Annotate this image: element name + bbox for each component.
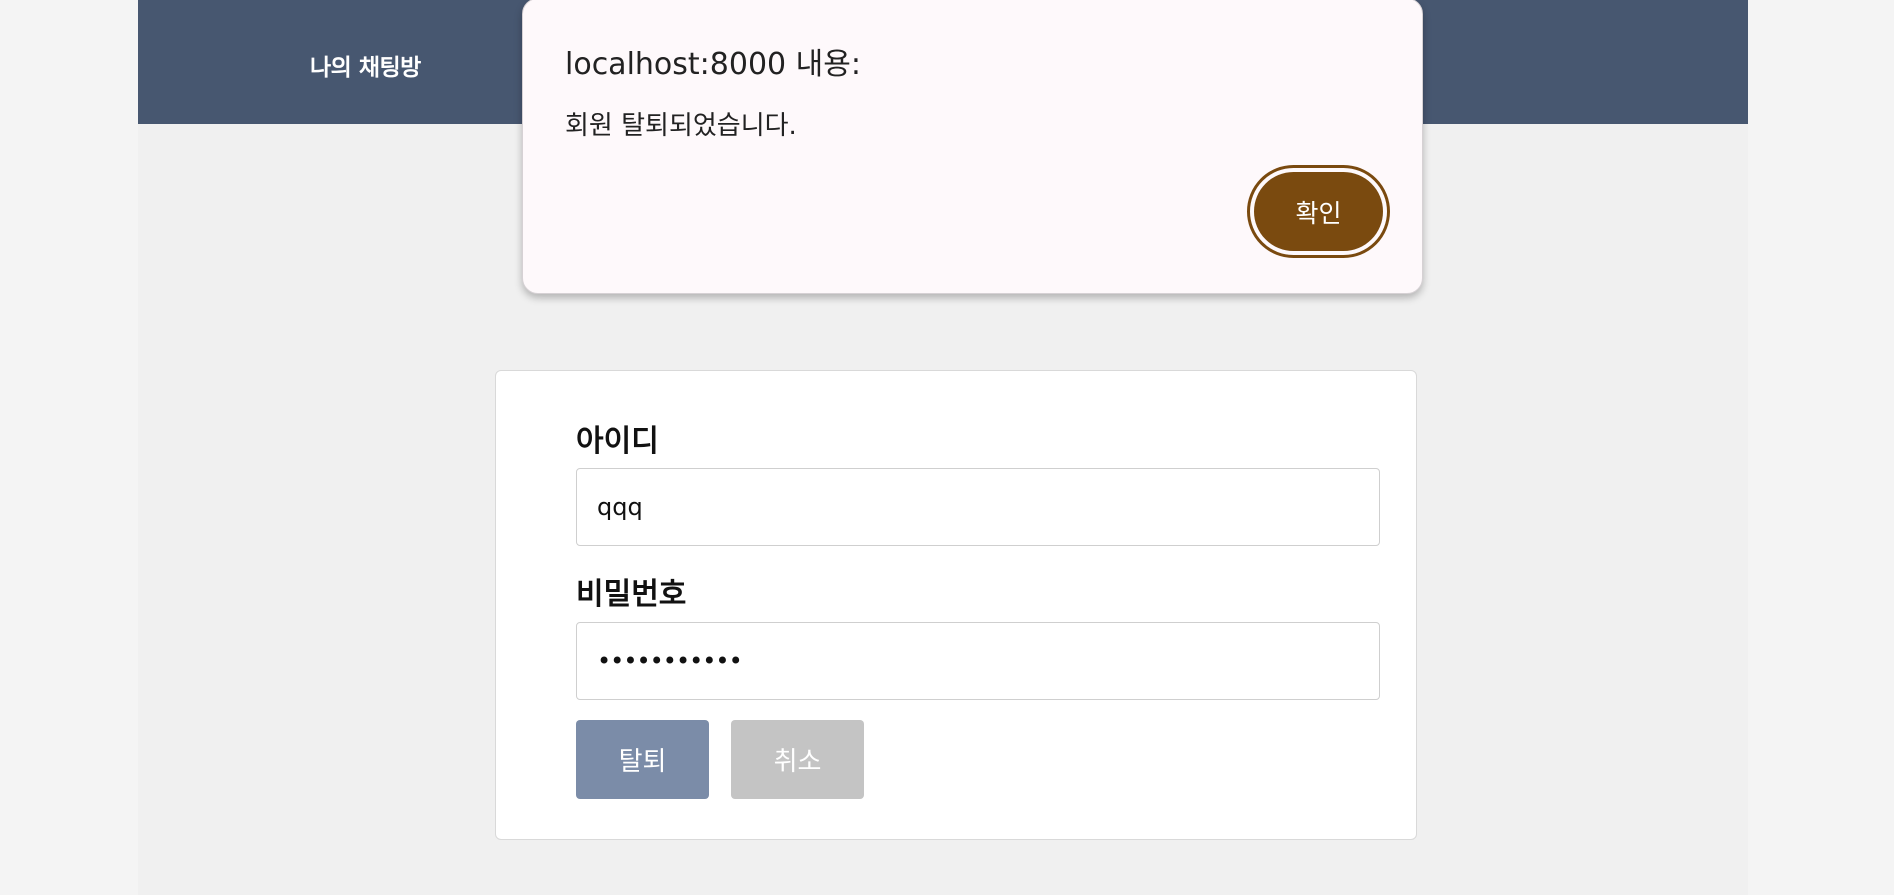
withdraw-form-card: 아이디 비밀번호 탈퇴 취소 — [495, 370, 1417, 840]
alert-dialog-message: 회원 탈퇴되었습니다. — [565, 111, 797, 141]
id-label: 아이디 — [576, 424, 659, 459]
password-input[interactable] — [576, 622, 1380, 700]
withdraw-button[interactable]: 탈퇴 — [576, 720, 709, 799]
alert-dialog-title: localhost:8000 내용: — [565, 47, 861, 82]
alert-dialog: localhost:8000 내용: 회원 탈퇴되었습니다. 확인 — [522, 0, 1423, 294]
alert-ok-button[interactable]: 확인 — [1254, 172, 1383, 251]
password-label: 비밀번호 — [576, 577, 687, 612]
id-input[interactable] — [576, 468, 1380, 546]
cancel-button[interactable]: 취소 — [731, 720, 864, 799]
brand-title[interactable]: 나의 채팅방 — [310, 48, 421, 82]
alert-ok-focus-ring: 확인 — [1247, 165, 1390, 258]
